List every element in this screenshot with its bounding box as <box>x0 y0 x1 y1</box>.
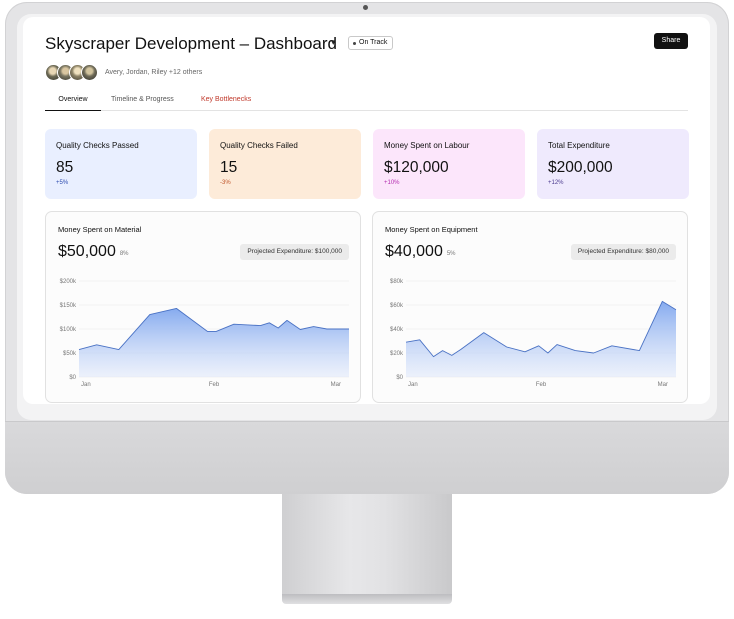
panel-amount: $50,000 <box>58 243 116 260</box>
y-tick-label: $50k <box>63 351 77 357</box>
equipment-chart-panel: Money Spent on Equipment $40,000 5% Proje… <box>372 211 688 403</box>
material-area-chart: $0 $50k $100k $150k $200k Jan Feb Mar <box>60 279 350 388</box>
stat-delta: +12% <box>548 180 564 186</box>
stat-label: Money Spent on Labour <box>384 141 470 150</box>
panel-percent: 8% <box>119 251 129 257</box>
stat-value: 15 <box>220 159 238 176</box>
monitor-chin <box>5 421 729 494</box>
tab-overview[interactable]: Overview <box>45 93 101 111</box>
y-tick-label: $150k <box>60 303 77 309</box>
stat-delta: +10% <box>384 180 400 186</box>
y-tick-label: $20k <box>390 351 404 357</box>
y-tick-label: $200k <box>60 279 77 285</box>
y-tick-label: $0 <box>396 375 403 381</box>
tab-bar: Overview Timeline & Progress Key Bottlen… <box>45 93 688 111</box>
tab-key-bottlenecks[interactable]: Key Bottlenecks <box>201 93 251 107</box>
stat-label: Quality Checks Passed <box>56 141 139 150</box>
avatar <box>81 63 98 81</box>
panel-value: $40,000 5% <box>385 242 456 264</box>
avatar-group[interactable] <box>45 63 99 81</box>
material-chart-panel: Money Spent on Material $50,000 8% Projec… <box>45 211 361 403</box>
chevron-down-icon[interactable]: ▾ <box>331 37 336 48</box>
y-tick-label: $100k <box>60 327 77 333</box>
stat-value: $200,000 <box>548 159 613 176</box>
camera-icon <box>363 5 368 10</box>
monitor-foot <box>282 594 452 604</box>
y-tick-label: $60k <box>390 303 404 309</box>
projected-expenditure-badge: Projected Expenditure: $80,000 <box>570 244 676 260</box>
page-title: Skyscraper Development – Dashboard <box>45 34 337 53</box>
monitor-stand <box>282 494 452 594</box>
status-dot-icon <box>353 41 356 45</box>
dashboard-header: Skyscraper Development – Dashboard ▾ On … <box>45 33 688 57</box>
panel-amount: $40,000 <box>385 243 443 260</box>
stat-card-total-expenditure: Total Expenditure $200,000 +12% <box>537 129 689 199</box>
equipment-area-chart: $0 $20k $40k $60k $80k Jan Feb Mar <box>390 279 677 388</box>
stat-delta: -3% <box>220 180 231 186</box>
status-badge[interactable]: On Track <box>348 36 394 50</box>
x-tick-label: Feb <box>536 382 547 388</box>
tab-timeline-progress[interactable]: Timeline & Progress <box>111 93 174 107</box>
x-tick-label: Jan <box>408 382 418 388</box>
x-tick-label: Jan <box>81 382 91 388</box>
stat-card-labour: Money Spent on Labour $120,000 +10% <box>373 129 525 199</box>
stat-label: Quality Checks Failed <box>220 141 298 150</box>
y-tick-label: $0 <box>69 375 76 381</box>
status-label: On Track <box>359 39 388 46</box>
dashboard-screen: Skyscraper Development – Dashboard ▾ On … <box>23 17 710 404</box>
collaborators[interactable]: Avery, Jordan, Riley +12 others <box>45 63 202 81</box>
projected-expenditure-badge: Projected Expenditure: $100,000 <box>240 244 349 260</box>
stat-label: Total Expenditure <box>548 141 610 150</box>
stat-card-quality-failed: Quality Checks Failed 15 -3% <box>209 129 361 199</box>
stat-value: $120,000 <box>384 159 449 176</box>
x-tick-label: Feb <box>209 382 220 388</box>
stat-delta: +5% <box>56 180 69 186</box>
x-tick-label: Mar <box>331 382 341 388</box>
panel-title: Money Spent on Material <box>58 225 142 234</box>
area-fill <box>406 301 676 377</box>
y-tick-label: $40k <box>390 327 404 333</box>
collaborators-text: Avery, Jordan, Riley +12 others <box>105 68 203 76</box>
x-tick-label: Mar <box>658 382 668 388</box>
area-fill <box>79 308 349 377</box>
share-button[interactable]: Share <box>654 33 688 49</box>
panel-percent: 5% <box>446 251 456 257</box>
panel-value: $50,000 8% <box>58 242 129 264</box>
stat-value: 85 <box>56 159 74 176</box>
panel-title: Money Spent on Equipment <box>385 225 478 234</box>
stat-card-quality-passed: Quality Checks Passed 85 +5% <box>45 129 197 199</box>
y-tick-label: $80k <box>390 279 404 285</box>
